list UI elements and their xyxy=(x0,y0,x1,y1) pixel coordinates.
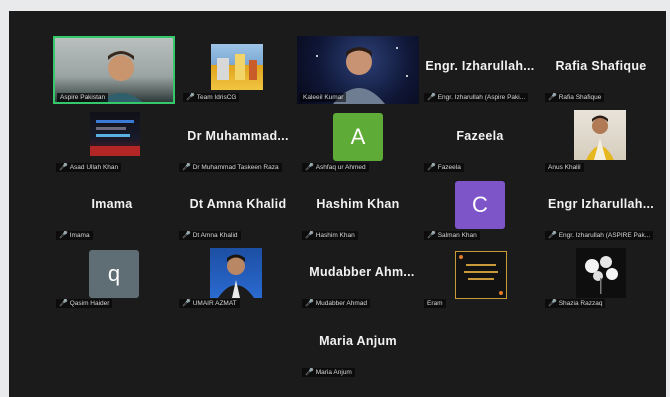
participant-name: Rafia Shafique xyxy=(555,59,647,73)
participant-name-label: 🎤 Dt Amna Khalid xyxy=(179,231,241,240)
participant-name: Maria Anjum xyxy=(319,334,397,348)
participant-name: Dr Muhammad... xyxy=(187,129,289,143)
participant-tile[interactable]: Mudabber Ahm... 🎤 Mudabber Ahmad xyxy=(299,242,425,310)
mic-muted-icon: 🎤 xyxy=(427,164,436,171)
participant-image xyxy=(574,110,626,160)
mic-muted-icon: 🎤 xyxy=(305,369,314,376)
participant-tile[interactable]: Engr Izharullah... 🎤 Engr. Izharullah (A… xyxy=(542,174,660,242)
participant-name-label: 🎤 Team IdrisCG xyxy=(183,93,240,102)
participant-name-label: 🎤 Rafia Shafique xyxy=(545,93,605,102)
participant-name-label: 🎤 Engr. Izharullah (ASPIRE Pak... xyxy=(545,231,654,240)
participant-tile[interactable]: Hashim Khan 🎤 Hashim Khan xyxy=(299,174,417,242)
participant-tile[interactable]: Kaleeil Kumar xyxy=(297,36,419,104)
participant-name-label: 🎤 Maria Anjum xyxy=(302,368,355,377)
mic-muted-icon: 🎤 xyxy=(427,232,436,239)
participant-name-label: 🎤 Asad Ullah Khan xyxy=(56,163,122,172)
participant-tile[interactable]: q 🎤 Qasim Haider xyxy=(53,242,171,310)
participant-name: Hashim Khan xyxy=(316,197,400,211)
participant-tile[interactable]: Rafia Shafique 🎤 Rafia Shafique xyxy=(542,36,660,104)
participant-avatar: C xyxy=(455,181,505,229)
participant-name-label: 🎤 Ashfaq ur Ahmed xyxy=(302,163,369,172)
mic-muted-icon: 🎤 xyxy=(427,94,436,101)
participant-tile[interactable]: Eram xyxy=(421,242,539,310)
participant-avatar: q xyxy=(89,250,139,298)
participant-name: Dt Amna Khalid xyxy=(189,197,287,211)
participant-tile[interactable]: Imama 🎤 Imama xyxy=(53,174,171,242)
participant-name-label: 🎤 Imama xyxy=(56,231,93,240)
participant-name: Fazeela xyxy=(456,129,504,143)
participant-tile[interactable]: Dt Amna Khalid 🎤 Dt Amna Khalid xyxy=(176,174,300,242)
participant-name-label: 🎤 UMAIR AZMAT xyxy=(179,299,240,308)
participant-tile[interactable]: Engr. Izharullah... 🎤 Engr. Izharullah (… xyxy=(421,36,539,104)
mic-muted-icon: 🎤 xyxy=(305,164,314,171)
mic-muted-icon: 🎤 xyxy=(59,232,68,239)
mic-muted-icon: 🎤 xyxy=(548,232,557,239)
mic-muted-icon: 🎤 xyxy=(548,300,557,307)
participant-tile[interactable]: Aspire Pakistan xyxy=(53,36,175,104)
mic-muted-icon: 🎤 xyxy=(305,232,314,239)
participant-tile[interactable]: Anus Khalil xyxy=(542,106,660,174)
participant-image xyxy=(90,112,140,156)
participant-tile[interactable]: C 🎤 Salman Khan xyxy=(421,174,539,242)
participant-avatar: A xyxy=(333,113,383,161)
participant-image xyxy=(211,44,263,90)
participant-image xyxy=(576,248,626,298)
mic-muted-icon: 🎤 xyxy=(186,94,195,101)
participant-name: Mudabber Ahm... xyxy=(309,265,415,279)
participant-name-label: 🎤 Fazeela xyxy=(424,163,464,172)
participant-tile[interactable]: A 🎤 Ashfaq ur Ahmed xyxy=(299,106,417,174)
participant-name-label: 🎤 Shazia Razzaq xyxy=(545,299,606,308)
mic-muted-icon: 🎤 xyxy=(59,164,68,171)
participant-name-label: 🎤 Salman Khan xyxy=(424,231,480,240)
mic-muted-icon: 🎤 xyxy=(305,300,314,307)
mic-muted-icon: 🎤 xyxy=(182,164,191,171)
participant-tile[interactable]: Fazeela 🎤 Fazeela xyxy=(421,106,539,174)
mic-muted-icon: 🎤 xyxy=(182,300,191,307)
participant-name-label: 🎤 Engr. Izharullah (Aspire Paki... xyxy=(424,93,529,102)
participant-name-label: Anus Khalil xyxy=(545,163,584,172)
participant-tile[interactable]: 🎤 Shazia Razzaq xyxy=(542,242,660,310)
participant-name-label: 🎤 Qasim Haider xyxy=(56,299,113,308)
participant-name-label: Aspire Pakistan xyxy=(57,93,109,102)
participant-name-label: 🎤 Hashim Khan xyxy=(302,231,358,240)
participant-tile[interactable]: Dr Muhammad... 🎤 Dr Muhammad Taskeen Raz… xyxy=(176,106,300,174)
mic-muted-icon: 🎤 xyxy=(59,300,68,307)
meeting-gallery-view: Aspire Pakistan 🎤 Team IdrisCG Kaleeil K… xyxy=(9,11,666,397)
participant-tile[interactable]: 🎤 Team IdrisCG xyxy=(180,36,298,104)
participant-tile[interactable]: 🎤 Asad Ullah Khan xyxy=(53,106,171,174)
participant-tile[interactable]: 🎤 UMAIR AZMAT xyxy=(176,242,294,310)
participant-name: Imama xyxy=(91,197,133,211)
participant-name: Engr. Izharullah... xyxy=(425,59,535,73)
participant-name-label: 🎤 Mudabber Ahmad xyxy=(302,299,371,308)
participant-name-label: Kaleeil Kumar xyxy=(300,93,347,102)
participant-name-label: 🎤 Dr Muhammad Taskeen Raza xyxy=(179,163,282,172)
participant-name-label: Eram xyxy=(424,299,446,308)
participant-name: Engr Izharullah... xyxy=(547,197,655,211)
mic-muted-icon: 🎤 xyxy=(548,94,557,101)
participant-tile[interactable]: Maria Anjum 🎤 Maria Anjum xyxy=(299,311,417,379)
participant-image xyxy=(455,251,507,299)
participant-image xyxy=(210,248,262,298)
mic-muted-icon: 🎤 xyxy=(182,232,191,239)
